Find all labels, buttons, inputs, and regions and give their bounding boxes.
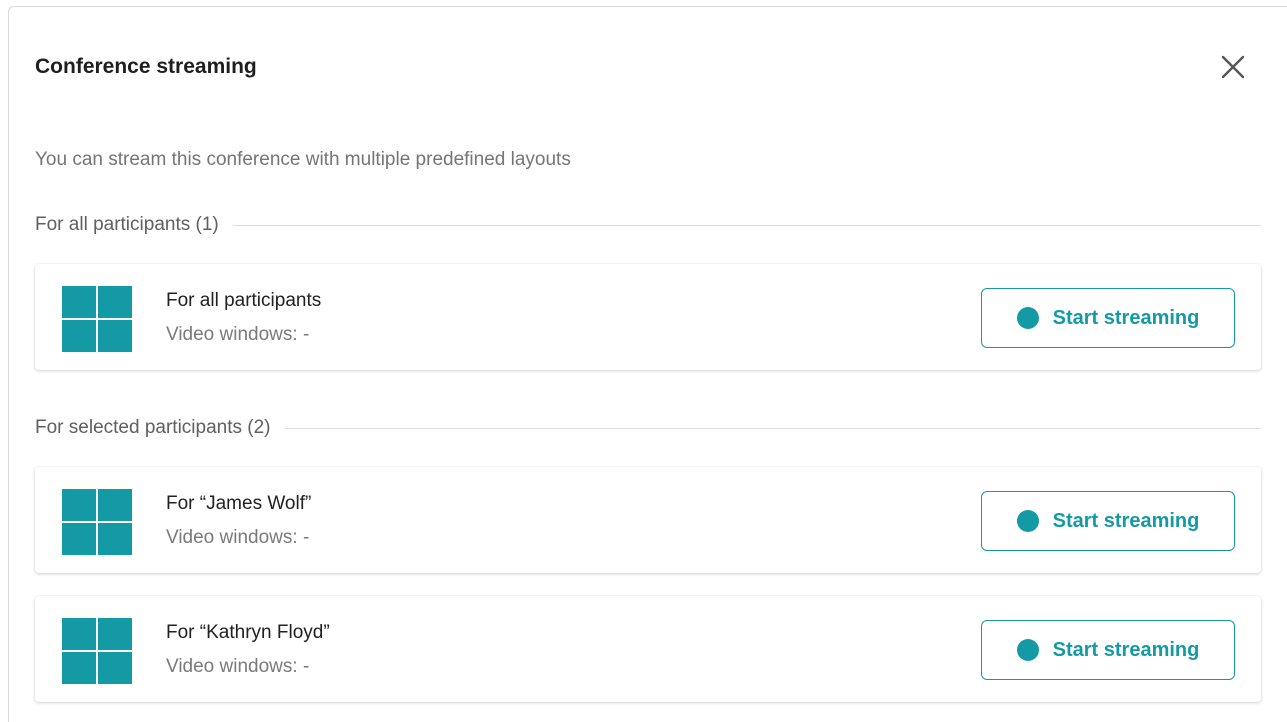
record-dot-icon bbox=[1016, 510, 1039, 532]
video-windows-count: Video windows: - bbox=[166, 527, 310, 548]
dialog-title: Conference streaming bbox=[35, 55, 257, 78]
section-header-all-participants: For all participants (1) bbox=[35, 212, 1261, 238]
section-header-selected-participants: For selected participants (2) bbox=[35, 415, 1261, 441]
stream-layout-card: For all participants Video windows: - St… bbox=[35, 264, 1261, 370]
start-streaming-button[interactable]: Start streaming bbox=[981, 491, 1235, 551]
conference-streaming-dialog: Conference streaming You can stream this… bbox=[8, 6, 1287, 722]
section-label: For selected participants (2) bbox=[35, 417, 271, 438]
layout-title: For “James Wolf” bbox=[166, 493, 312, 514]
video-windows-count: Video windows: - bbox=[166, 656, 310, 677]
section-divider bbox=[284, 427, 1261, 429]
dialog-subtitle: You can stream this conference with mult… bbox=[35, 149, 571, 170]
record-dot-icon bbox=[1016, 639, 1039, 661]
start-streaming-button[interactable]: Start streaming bbox=[981, 620, 1235, 680]
grid-layout-icon bbox=[62, 618, 132, 684]
section-label: For all participants (1) bbox=[35, 214, 219, 235]
close-icon bbox=[1221, 55, 1245, 79]
layout-title: For all participants bbox=[166, 290, 322, 311]
start-streaming-button[interactable]: Start streaming bbox=[981, 288, 1235, 348]
start-streaming-label: Start streaming bbox=[1052, 638, 1200, 661]
start-streaming-label: Start streaming bbox=[1052, 306, 1200, 329]
stream-layout-card: For “Kathryn Floyd” Video windows: - Sta… bbox=[35, 596, 1261, 702]
layout-title: For “Kathryn Floyd” bbox=[166, 622, 330, 643]
grid-layout-icon bbox=[62, 489, 132, 555]
video-windows-count: Video windows: - bbox=[166, 324, 310, 345]
record-dot-icon bbox=[1016, 307, 1039, 329]
stream-layout-card: For “James Wolf” Video windows: - Start … bbox=[35, 467, 1261, 573]
dialog-header: Conference streaming bbox=[35, 7, 1287, 127]
start-streaming-label: Start streaming bbox=[1052, 509, 1200, 532]
close-button[interactable] bbox=[1219, 53, 1247, 81]
grid-layout-icon bbox=[62, 286, 132, 352]
section-divider bbox=[232, 224, 1261, 226]
